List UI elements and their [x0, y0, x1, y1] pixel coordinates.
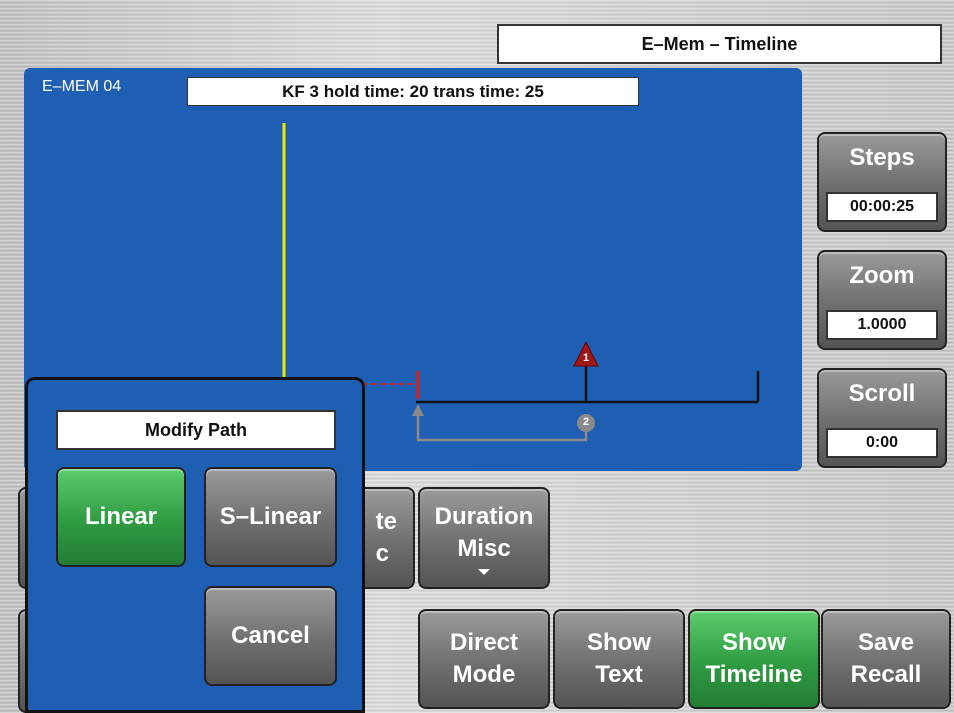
- save-recall-line1: Save: [857, 629, 915, 656]
- cancel-label: Cancel: [231, 622, 310, 649]
- show-text-line2: Text: [595, 661, 643, 688]
- scroll-value: 0:00: [826, 428, 938, 458]
- steps-button[interactable]: Steps 00:00:25: [817, 132, 947, 232]
- show-text-line1: Show: [587, 629, 651, 656]
- modify-path-dialog: Modify Path Linear S–Linear Cancel: [25, 377, 365, 713]
- keyframe-2-label: 2: [582, 416, 590, 428]
- scroll-button[interactable]: Scroll 0:00: [817, 368, 947, 468]
- steps-label: Steps: [849, 144, 915, 171]
- duration-misc-button[interactable]: Duration Misc: [418, 487, 550, 589]
- steps-value: 00:00:25: [826, 192, 938, 222]
- show-timeline-line2: Timeline: [705, 661, 803, 688]
- linear-label: Linear: [84, 503, 158, 530]
- direct-mode-line1: Direct: [449, 629, 519, 656]
- dropdown-arrow-icon: [478, 569, 490, 575]
- return-path: [416, 414, 588, 442]
- direct-mode-line2: Mode: [452, 661, 516, 688]
- keyframe-info: KF 3 hold time: 20 trans time: 25: [187, 77, 639, 106]
- delete-misc-line2: c: [375, 540, 389, 567]
- duration-misc-line1: Duration: [434, 503, 534, 530]
- delete-misc-line1: te: [375, 508, 397, 535]
- s-linear-label: S–Linear: [219, 503, 322, 530]
- emem-name: E–MEM 04: [42, 78, 122, 95]
- cancel-button[interactable]: Cancel: [204, 586, 337, 686]
- show-timeline-button[interactable]: Show Timeline: [688, 609, 820, 709]
- keyframe-1-label: 1: [582, 352, 590, 364]
- save-recall-line2: Recall: [850, 661, 922, 688]
- save-recall-button[interactable]: Save Recall: [821, 609, 951, 709]
- scroll-label: Scroll: [848, 380, 916, 407]
- zoom-button[interactable]: Zoom 1.0000: [817, 250, 947, 350]
- show-text-button[interactable]: Show Text: [553, 609, 685, 709]
- zoom-value: 1.0000: [826, 310, 938, 340]
- zoom-label: Zoom: [849, 262, 915, 289]
- dialog-title: Modify Path: [56, 410, 336, 450]
- return-path-arrow: [412, 404, 424, 416]
- linear-button[interactable]: Linear: [56, 467, 186, 567]
- duration-misc-line2: Misc: [457, 535, 511, 562]
- direct-mode-button[interactable]: Direct Mode: [418, 609, 550, 709]
- window-title: E–Mem – Timeline: [497, 24, 942, 64]
- show-timeline-line1: Show: [722, 629, 786, 656]
- s-linear-button[interactable]: S–Linear: [204, 467, 337, 567]
